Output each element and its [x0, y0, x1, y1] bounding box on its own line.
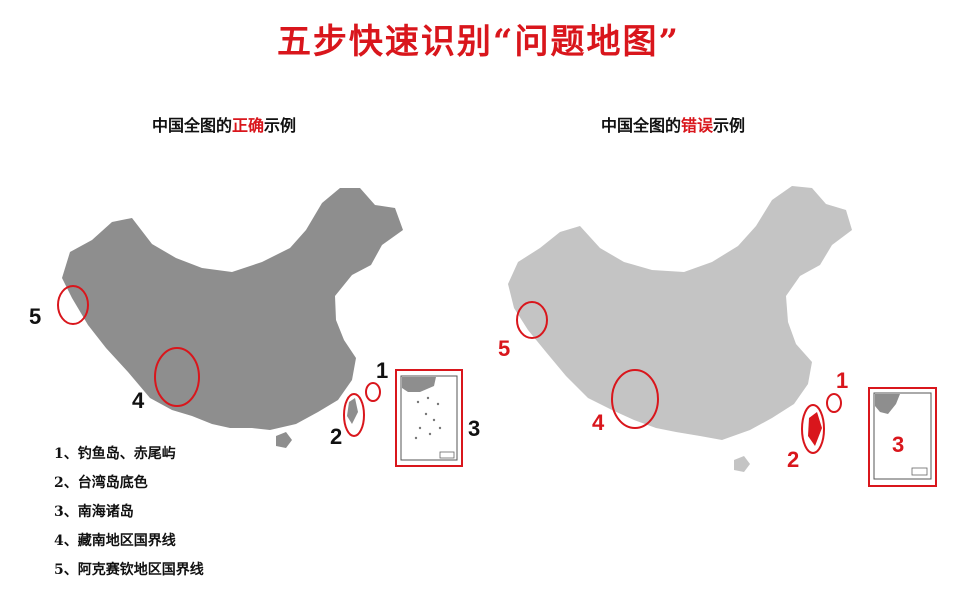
legend-item: 2、台湾岛底色: [54, 475, 148, 491]
legend-item: 4、藏南地区国界线: [54, 533, 176, 549]
china-map-wrong: [508, 186, 852, 440]
marker-number-5: 5: [498, 336, 510, 361]
taiwan-island-red: [808, 412, 822, 446]
hainan-island: [734, 456, 750, 472]
marker-number-2: 2: [787, 447, 799, 472]
marker-ellipse-1: [826, 393, 842, 413]
legend-item: 5、阿克赛钦地区国界线: [54, 562, 204, 578]
legend-item: 3、南海诸岛: [54, 504, 134, 520]
marker-number-4: 4: [592, 410, 605, 435]
legend-item: 1、钓鱼岛、赤尾屿: [54, 446, 176, 462]
legend-list: 1、钓鱼岛、赤尾屿 2、台湾岛底色 3、南海诸岛 4、藏南地区国界线 5、阿克赛…: [54, 440, 204, 585]
marker-number-1: 1: [836, 368, 848, 393]
marker-number-3: 3: [892, 432, 904, 457]
